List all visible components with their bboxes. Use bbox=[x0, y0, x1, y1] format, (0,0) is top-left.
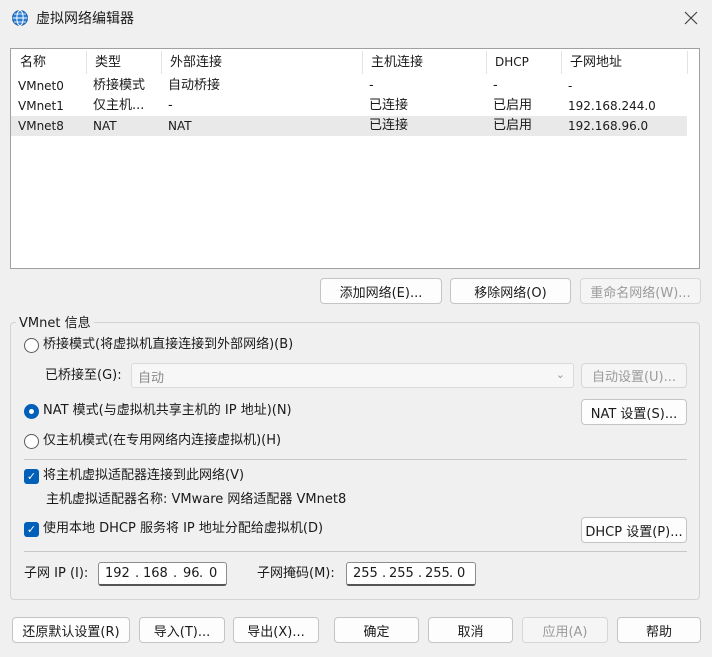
cell-host: 已连接 bbox=[369, 98, 409, 113]
cell-type: 桥接模式 bbox=[93, 78, 146, 93]
table-row-selected[interactable]: VMnet8 NAT NAT 已连接 已启用 192.168.96.0 bbox=[11, 116, 687, 136]
vmnet-info-label: VMnet 信息 bbox=[16, 312, 94, 331]
export-button[interactable]: 导出(X)... bbox=[233, 617, 319, 643]
add-network-button[interactable]: 添加网络(E)... bbox=[320, 278, 442, 304]
cell-host: 已连接 bbox=[369, 118, 409, 133]
network-list[interactable]: 名称 类型 外部连接 主机连接 DHCP 子网地址 VMnet0 桥接模式 自动… bbox=[10, 48, 700, 269]
cell-type: NAT bbox=[93, 119, 117, 133]
nat-settings-button[interactable]: NAT 设置(S)... bbox=[581, 399, 687, 425]
column-header-external[interactable]: 外部连接 bbox=[163, 49, 222, 76]
column-header-host[interactable]: 主机连接 bbox=[364, 49, 423, 76]
cell-external: - bbox=[168, 98, 173, 113]
subnet-mask-input[interactable]: 255 . 255 . 255 . 0 bbox=[346, 562, 476, 586]
bridged-to-value: 自动 bbox=[138, 371, 165, 386]
ip-octet: 192 bbox=[105, 566, 130, 581]
cell-host: - bbox=[369, 78, 374, 93]
cell-external: NAT bbox=[168, 119, 192, 133]
cell-name: VMnet8 bbox=[18, 119, 64, 133]
cell-subnet: 192.168.96.0 bbox=[568, 119, 649, 133]
bridged-mode-label[interactable]: 桥接模式(将虚拟机直接连接到外部网络)(B) bbox=[43, 336, 293, 354]
mask-octet: 255 bbox=[425, 566, 450, 581]
globe-network-icon bbox=[11, 9, 29, 27]
mask-octet: 255 bbox=[389, 566, 414, 581]
cell-dhcp: 已启用 bbox=[493, 98, 533, 113]
import-button[interactable]: 导入(T)... bbox=[139, 617, 225, 643]
dhcp-settings-button[interactable]: DHCP 设置(P)... bbox=[581, 517, 687, 543]
column-header-dhcp[interactable]: DHCP bbox=[488, 49, 529, 76]
restore-defaults-button[interactable]: 还原默认设置(R) bbox=[12, 617, 130, 643]
cell-dhcp: 已启用 bbox=[493, 118, 533, 133]
rename-network-button[interactable]: 重命名网络(W)... bbox=[580, 278, 701, 304]
bridged-to-label: 已桥接至(G): bbox=[45, 368, 122, 383]
list-header: 名称 类型 外部连接 主机连接 DHCP 子网地址 bbox=[11, 49, 699, 76]
mask-octet: 255 bbox=[353, 566, 378, 581]
ip-octet: 168 bbox=[143, 566, 168, 581]
ip-octet: 96 bbox=[183, 566, 200, 581]
cell-name: VMnet0 bbox=[18, 79, 64, 93]
remove-network-button[interactable]: 移除网络(O) bbox=[450, 278, 571, 304]
adapter-name-text: 主机虚拟适配器名称: VMware 网络适配器 VMnet8 bbox=[46, 492, 347, 507]
subnet-ip-input[interactable]: 192 . 168 . 96 . 0 bbox=[98, 562, 227, 586]
column-header-name[interactable]: 名称 bbox=[13, 49, 46, 76]
cancel-button[interactable]: 取消 bbox=[428, 617, 513, 643]
column-header-type[interactable]: 类型 bbox=[88, 49, 121, 76]
nat-mode-radio[interactable] bbox=[24, 404, 39, 419]
nat-mode-label[interactable]: NAT 模式(与虚拟机共享主机的 IP 地址)(N) bbox=[43, 402, 292, 420]
help-button[interactable]: 帮助 bbox=[617, 617, 701, 643]
cell-name: VMnet1 bbox=[18, 99, 64, 113]
mask-octet: 0 bbox=[457, 566, 466, 581]
cell-type: 仅主机... bbox=[93, 98, 145, 113]
host-only-mode-label[interactable]: 仅主机模式(在专用网络内连接虚拟机)(H) bbox=[43, 432, 281, 450]
subnet-mask-label: 子网掩码(M): bbox=[257, 566, 335, 581]
cell-subnet: - bbox=[568, 79, 573, 93]
title-bar: 虚拟网络编辑器 bbox=[0, 0, 712, 36]
cell-dhcp: - bbox=[493, 78, 498, 93]
ok-button[interactable]: 确定 bbox=[334, 617, 419, 643]
chevron-down-icon: ⌄ bbox=[555, 368, 565, 381]
dhcp-label[interactable]: 使用本地 DHCP 服务将 IP 地址分配给虚拟机(D) bbox=[43, 520, 323, 538]
bridged-mode-radio[interactable] bbox=[24, 338, 39, 353]
connect-adapter-label[interactable]: 将主机虚拟适配器连接到此网络(V) bbox=[43, 467, 244, 485]
close-button[interactable] bbox=[676, 4, 706, 32]
window-title: 虚拟网络编辑器 bbox=[36, 11, 134, 27]
host-only-mode-radio[interactable] bbox=[24, 434, 39, 449]
connect-adapter-checkbox[interactable]: ✓ bbox=[24, 469, 39, 484]
cell-subnet: 192.168.244.0 bbox=[568, 99, 656, 113]
column-header-subnet[interactable]: 子网地址 bbox=[563, 49, 622, 76]
table-row[interactable]: VMnet1 仅主机... - 已连接 已启用 192.168.244.0 bbox=[11, 96, 687, 116]
dhcp-checkbox[interactable]: ✓ bbox=[24, 522, 39, 537]
ip-octet: 0 bbox=[209, 566, 218, 581]
close-icon bbox=[684, 11, 698, 25]
table-row[interactable]: VMnet0 桥接模式 自动桥接 - - - bbox=[11, 76, 687, 96]
cell-external: 自动桥接 bbox=[168, 78, 221, 93]
bridged-to-select[interactable]: 自动 ⌄ bbox=[131, 363, 574, 388]
subnet-ip-label: 子网 IP (I): bbox=[24, 566, 89, 581]
auto-settings-button[interactable]: 自动设置(U)... bbox=[581, 363, 687, 388]
apply-button[interactable]: 应用(A) bbox=[522, 617, 608, 643]
divider bbox=[24, 459, 687, 460]
divider bbox=[24, 551, 687, 552]
